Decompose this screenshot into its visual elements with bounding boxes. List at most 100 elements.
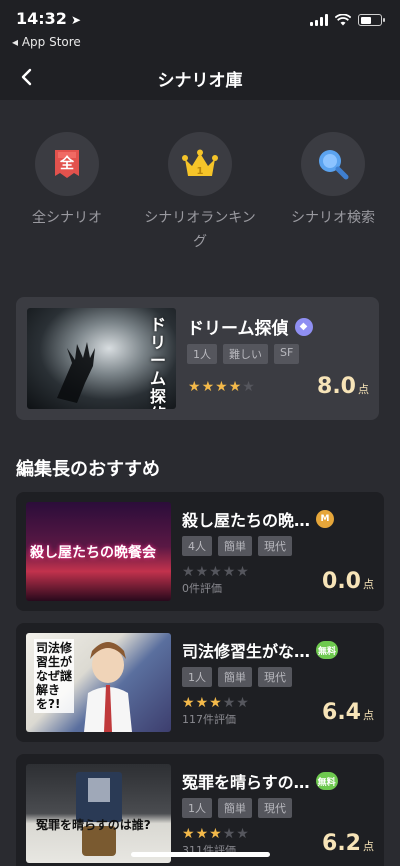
home-indicator[interactable]	[131, 852, 270, 857]
svg-text:1: 1	[197, 166, 204, 177]
tag: 4人	[182, 536, 212, 556]
scenario-thumbnail: 殺し屋たちの晩餐会	[26, 502, 171, 601]
star-icon: ★	[209, 826, 222, 842]
score-unit: 点	[358, 383, 369, 396]
scenario-title-text: 冤罪を晴らすの…	[182, 773, 310, 792]
diamond-badge-icon: ◆	[294, 317, 313, 336]
category-all-scenarios[interactable]: 全 全シナリオ	[2, 132, 132, 230]
scenario-tags: 1人 簡単 現代	[182, 798, 292, 818]
scenario-card[interactable]: 殺し屋たちの晩餐会 殺し屋たちの晩… M 4人 簡単 現代 ★ ★ ★ ★ ★ 0件評価…	[16, 492, 384, 611]
star-icon: ★	[228, 379, 242, 395]
tag: 現代	[258, 798, 292, 818]
category-ranking[interactable]: 1 シナリオランキング	[135, 132, 265, 254]
thumbnail-text: 殺し屋たちの晩餐会	[30, 545, 156, 561]
battery-icon	[358, 14, 385, 26]
status-icons	[310, 14, 385, 26]
score-value: 6.4	[322, 700, 361, 725]
free-badge-icon: 無料	[315, 772, 338, 790]
featured-image-text: ドリーム探偵	[150, 315, 167, 410]
star-icon: ★	[195, 695, 209, 711]
star-icon: ★	[242, 379, 255, 395]
star-icon: ★	[236, 564, 249, 580]
star-icon: ★	[201, 379, 215, 395]
tag: 現代	[258, 536, 292, 556]
review-count: 117件評価	[182, 713, 236, 726]
scenario-thumbnail: 司法修習生がなぜ謎解きを?!	[26, 633, 171, 732]
scenario-thumbnail: 冤罪を晴らすのは誰?	[26, 764, 171, 863]
star-icon: ★	[182, 564, 195, 580]
star-icon: ★	[188, 379, 201, 395]
character-illustration-icon	[84, 642, 132, 732]
star-icon: ★	[195, 564, 209, 580]
scenario-score: 6.2 点	[322, 831, 374, 856]
category-label: 全シナリオ	[32, 210, 102, 226]
tag: 1人	[182, 798, 212, 818]
signal-icon	[310, 14, 328, 26]
star-icon: ★	[195, 826, 209, 842]
scenario-tags: 1人 簡単 現代	[182, 667, 292, 687]
tag: 1人	[187, 344, 217, 364]
scenario-title: 冤罪を晴らすの… 無料	[182, 769, 338, 793]
scenario-score: 6.4 点	[322, 700, 374, 725]
tag: 現代	[258, 667, 292, 687]
featured-title: ドリーム探偵 ◆	[187, 314, 313, 339]
search-icon	[319, 150, 349, 180]
score-unit: 点	[363, 578, 374, 591]
star-icon: ★	[236, 826, 249, 842]
tag: 簡単	[218, 536, 252, 556]
star-icon: ★	[209, 695, 222, 711]
category-icon-circle: 1	[168, 132, 232, 196]
featured-tags: 1人 難しい SF	[187, 344, 300, 364]
scenario-rating-stars: ★ ★ ★ ★ ★	[182, 696, 249, 710]
star-icon: ★	[182, 826, 195, 842]
star-icon: ★	[236, 695, 249, 711]
score-value: 6.2	[322, 831, 361, 856]
scenario-card[interactable]: 冤罪を晴らすのは誰? 冤罪を晴らすの… 無料 1人 簡単 現代 ★ ★ ★ ★ ★ 31…	[16, 754, 384, 866]
scenario-rating-stars: ★ ★ ★ ★ ★	[182, 827, 249, 841]
scenario-rating-stars: ★ ★ ★ ★ ★	[182, 565, 249, 579]
all-scenarios-glyph: 全	[60, 155, 74, 172]
wifi-icon	[335, 14, 351, 26]
score-value: 8.0	[317, 374, 356, 399]
featured-scenario-card[interactable]: ドリーム探偵 ドリーム探偵 ◆ 1人 難しい SF ★★★★★ 8.0点	[16, 297, 379, 420]
star-icon: ★	[182, 695, 195, 711]
review-count: 0件評価	[182, 582, 222, 595]
id-card-illustration-icon	[76, 772, 122, 856]
scenario-title-text: 司法修習生がな…	[182, 642, 311, 661]
scenario-title-text: 殺し屋たちの晩…	[182, 511, 311, 530]
star-icon: ★	[222, 564, 236, 580]
crown-icon: 1	[182, 149, 218, 177]
tag: 簡単	[218, 667, 252, 687]
category-label: シナリオランキング	[144, 210, 256, 250]
category-search[interactable]: シナリオ検索	[268, 132, 398, 230]
back-to-app-store[interactable]: ◂ App Store	[12, 35, 81, 49]
category-icon-circle: 全	[35, 132, 99, 196]
tag: SF	[274, 344, 300, 364]
nav-bar: シナリオ庫	[0, 56, 400, 100]
star-icon: ★	[222, 826, 236, 842]
badge-text: 無料	[318, 646, 337, 657]
section-title: 編集長のおすすめ	[16, 459, 160, 480]
star-icon: ★	[222, 695, 236, 711]
status-time: 14:32 ➤	[16, 9, 81, 28]
tag: 1人	[182, 667, 212, 687]
free-badge-icon: 無料	[316, 641, 339, 659]
tag: 簡単	[218, 798, 252, 818]
page-title: シナリオ庫	[157, 71, 243, 91]
star-icon: ★	[215, 379, 228, 395]
category-label: シナリオ検索	[291, 210, 375, 226]
featured-rating-stars: ★ ★ ★ ★ ★	[188, 380, 255, 394]
featured-title-text: ドリーム探偵	[187, 319, 289, 339]
score-unit: 点	[363, 709, 374, 722]
scenario-card[interactable]: 司法修習生がなぜ謎解きを?! 司法修習生がな… 無料 1人 簡単 現代 ★ ★ ★ ★…	[16, 623, 384, 742]
scenario-title: 司法修習生がな… 無料	[182, 638, 339, 662]
scenario-score: 0.0 点	[322, 569, 374, 594]
score-value: 0.0	[322, 569, 361, 594]
thumbnail-text: 冤罪を晴らすのは誰?	[36, 818, 151, 832]
premium-badge-icon: M	[316, 510, 335, 528]
featured-thumbnail: ドリーム探偵	[27, 308, 176, 409]
category-icon-circle	[301, 132, 365, 196]
badge-text: 無料	[317, 777, 336, 788]
scenario-title: 殺し屋たちの晩… M	[182, 507, 335, 531]
scenario-tags: 4人 簡単 現代	[182, 536, 292, 556]
